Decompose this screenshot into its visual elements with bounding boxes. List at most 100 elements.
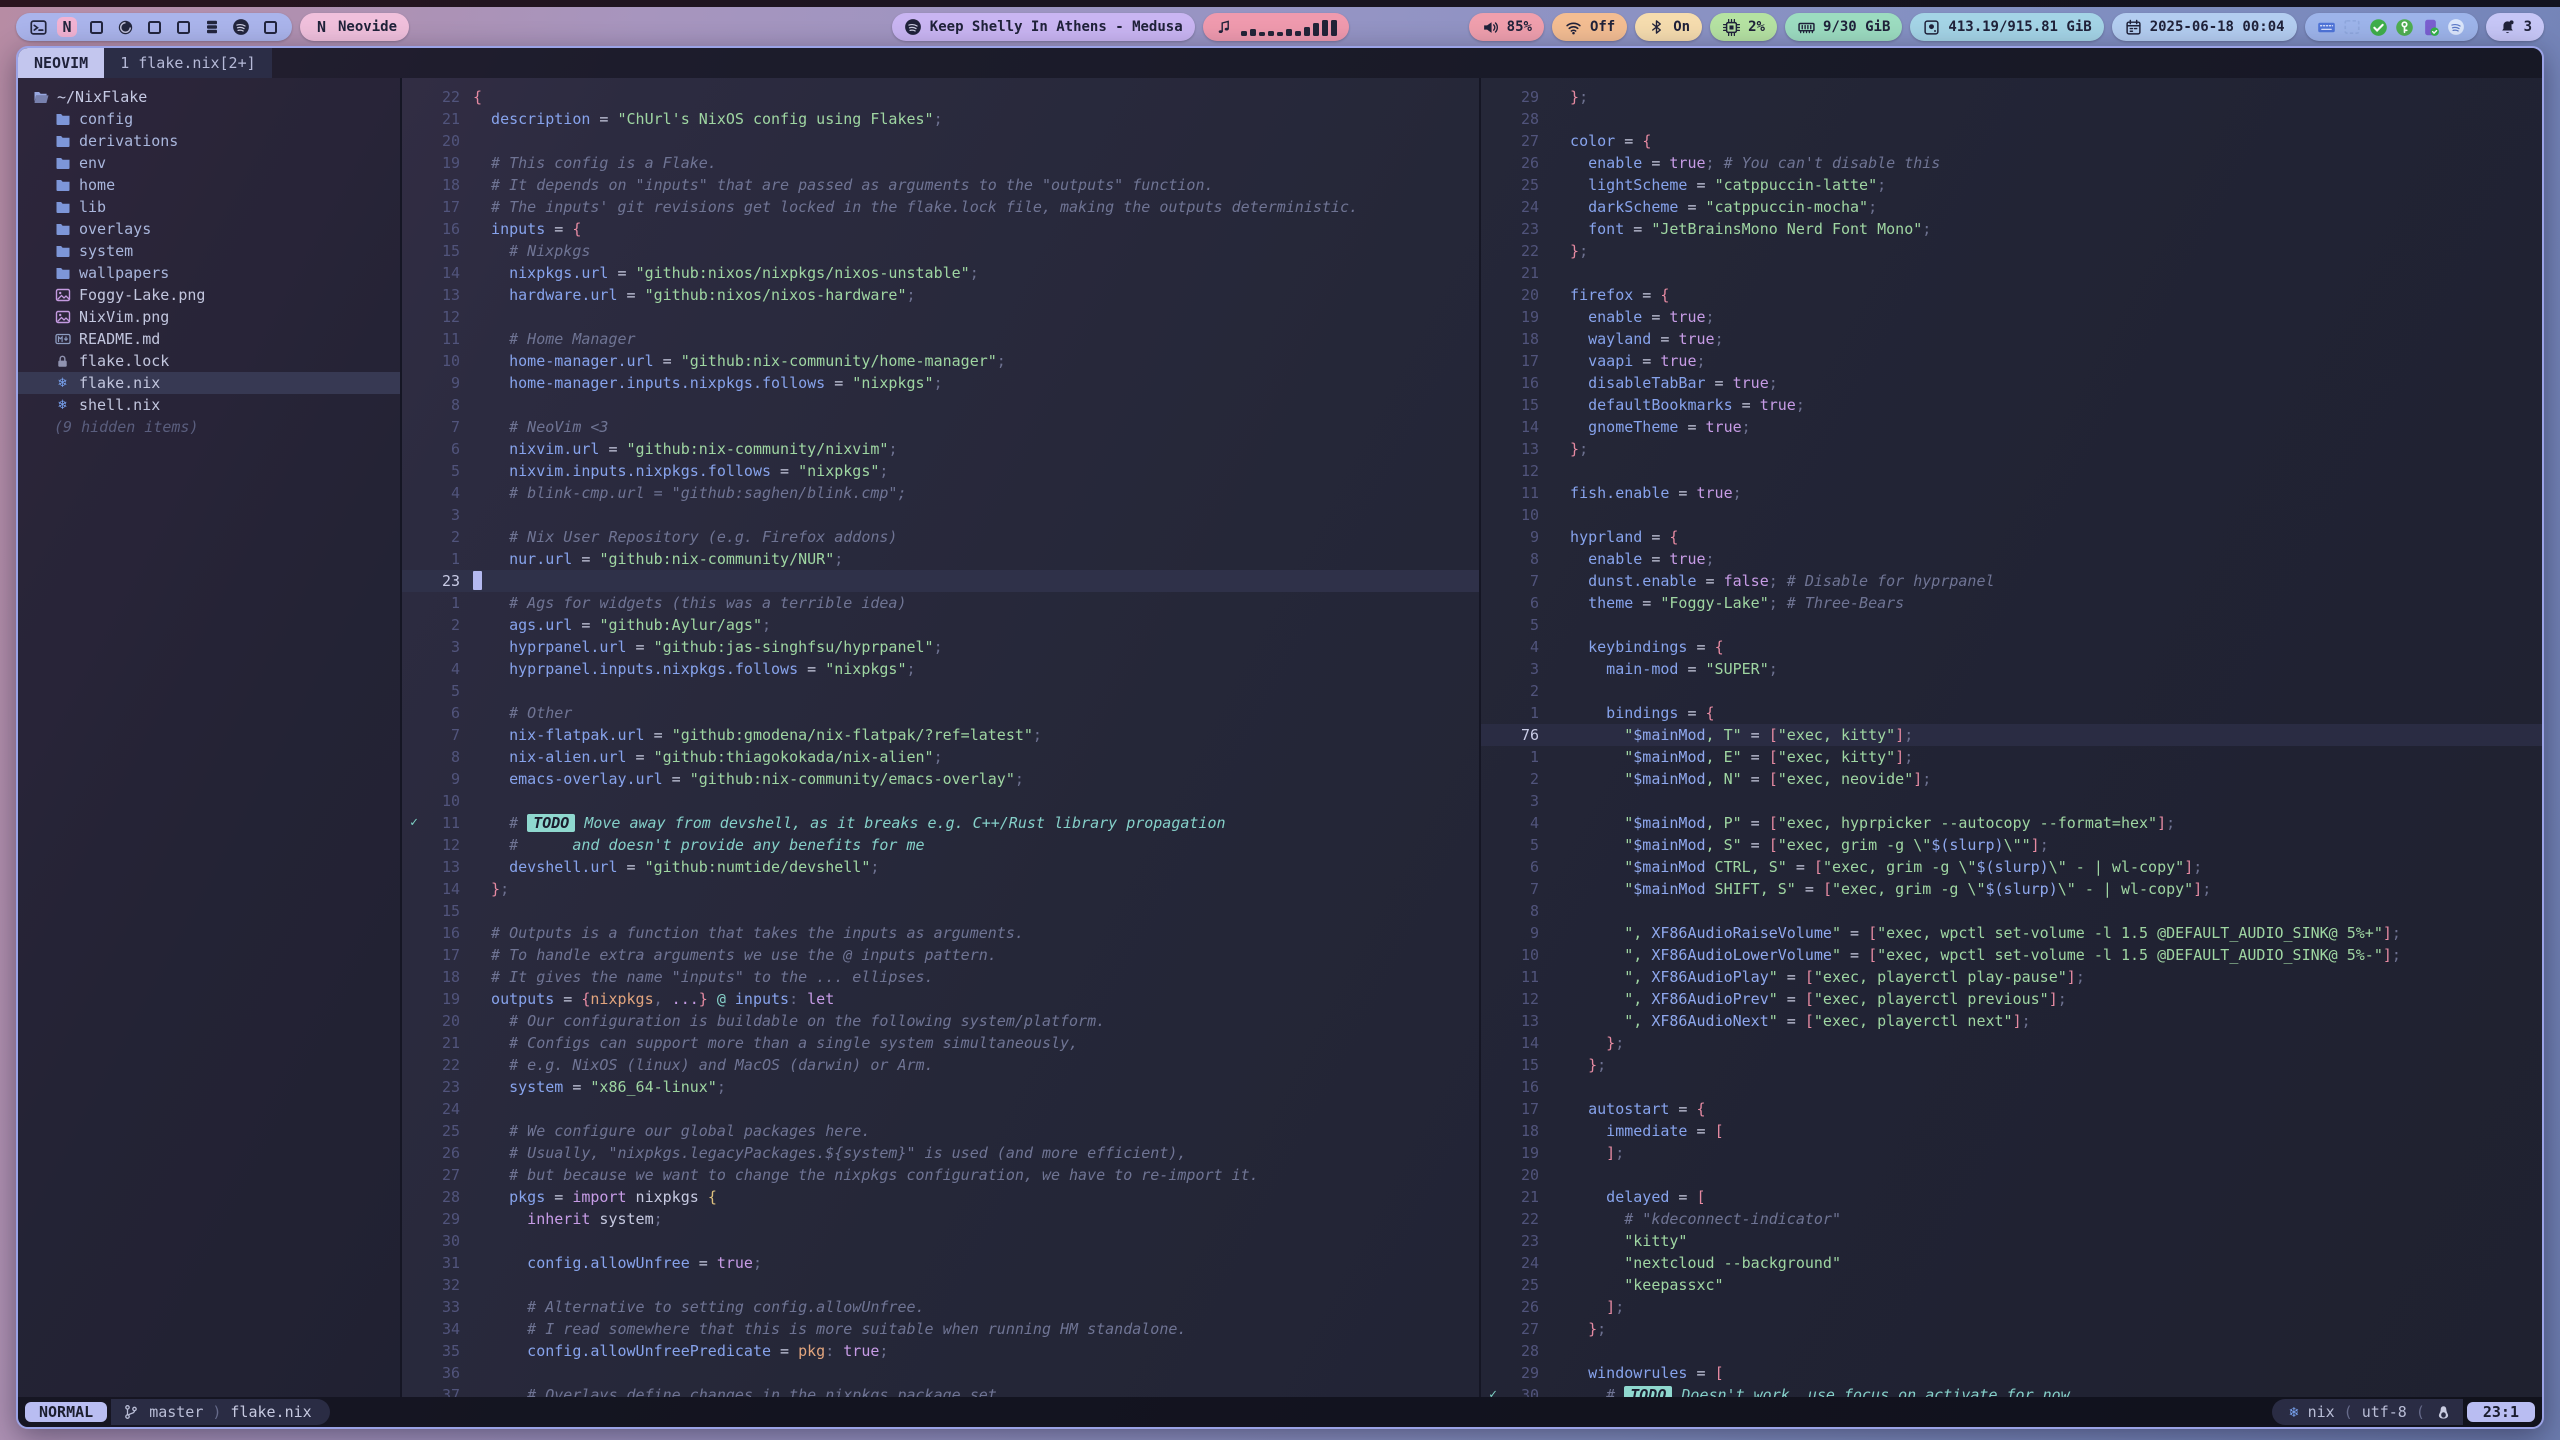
code-line[interactable]: 15 defaultBookmarks = true;: [1481, 394, 2542, 416]
code-line[interactable]: 11 # Home Manager: [402, 328, 1479, 350]
code-line[interactable]: 35 config.allowUnfreePredicate = pkg: tr…: [402, 1340, 1479, 1362]
code-line[interactable]: 1 nur.url = "github:nix-community/NUR";: [402, 548, 1479, 570]
code-line[interactable]: 11 ", XF86AudioPlay" = ["exec, playerctl…: [1481, 966, 2542, 988]
tree-item-overlays[interactable]: overlays: [18, 218, 400, 240]
volume-widget[interactable]: 85%: [1469, 13, 1544, 41]
workspace-9-square-icon[interactable]: [260, 17, 280, 37]
code-line[interactable]: 12: [1481, 460, 2542, 482]
code-line[interactable]: 12: [402, 306, 1479, 328]
code-line[interactable]: 12 ", XF86AudioPrev" = ["exec, playerctl…: [1481, 988, 2542, 1010]
code-line[interactable]: 19 outputs = {nixpkgs, ...} @ inputs: le…: [402, 988, 1479, 1010]
code-line[interactable]: 8 enable = true;: [1481, 548, 2542, 570]
code-line[interactable]: 22 # "kdeconnect-indicator": [1481, 1208, 2542, 1230]
workspace-6-square-icon[interactable]: [173, 17, 193, 37]
media-player-widget[interactable]: Keep Shelly In Athens - Medusa: [892, 13, 1195, 41]
code-line[interactable]: 17 # To handle extra arguments we use th…: [402, 944, 1479, 966]
code-line[interactable]: 31 config.allowUnfree = true;: [402, 1252, 1479, 1274]
code-line[interactable]: 4 keybindings = {: [1481, 636, 2542, 658]
tree-item-shell.nix[interactable]: ❄shell.nix: [18, 394, 400, 416]
code-line[interactable]: 12 # and doesn't provide any benefits fo…: [402, 834, 1479, 856]
code-line[interactable]: 3 main-mod = "SUPER";: [1481, 658, 2542, 680]
code-line[interactable]: 23 font = "JetBrainsMono Nerd Font Mono"…: [1481, 218, 2542, 240]
tree-item-foggy-lake.png[interactable]: Foggy-Lake.png: [18, 284, 400, 306]
tree-item-nixvim.png[interactable]: NixVim.png: [18, 306, 400, 328]
network-widget[interactable]: Off: [1552, 13, 1627, 41]
workspace-4-firefox-icon[interactable]: [115, 17, 135, 37]
code-line[interactable]: 28 pkgs = import nixpkgs {: [402, 1186, 1479, 1208]
tree-item-home[interactable]: home: [18, 174, 400, 196]
bluetooth-widget[interactable]: On: [1635, 13, 1702, 41]
code-line[interactable]: 13 ", XF86AudioNext" = ["exec, playerctl…: [1481, 1010, 2542, 1032]
code-line[interactable]: 6 theme = "Foggy-Lake"; # Three-Bears: [1481, 592, 2542, 614]
code-line[interactable]: 2: [1481, 680, 2542, 702]
code-line[interactable]: 14 gnomeTheme = true;: [1481, 416, 2542, 438]
code-line[interactable]: 19 ];: [1481, 1142, 2542, 1164]
tree-item-system[interactable]: system: [18, 240, 400, 262]
code-line[interactable]: 25 # We configure our global packages he…: [402, 1120, 1479, 1142]
code-line[interactable]: 13 };: [1481, 438, 2542, 460]
code-line[interactable]: 9 emacs-overlay.url = "github:nix-commun…: [402, 768, 1479, 790]
code-line[interactable]: 25 lightScheme = "catppuccin-latte";: [1481, 174, 2542, 196]
code-line[interactable]: 29 windowrules = [: [1481, 1362, 2542, 1384]
code-line[interactable]: 7 # NeoVim <3: [402, 416, 1479, 438]
code-line[interactable]: 25 "keepassxc": [1481, 1274, 2542, 1296]
code-line[interactable]: 18 immediate = [: [1481, 1120, 2542, 1142]
window-title-pill[interactable]: N Neovide: [300, 13, 409, 41]
code-line[interactable]: 17 # The inputs' git revisions get locke…: [402, 196, 1479, 218]
editor-right[interactable]: 29 };2827 color = {26 enable = true; # Y…: [1481, 78, 2542, 1397]
nextcloud-check-icon[interactable]: [2369, 18, 2388, 37]
code-line[interactable]: 9 home-manager.inputs.nixpkgs.follows = …: [402, 372, 1479, 394]
code-line[interactable]: 8 nix-alien.url = "github:thiagokokada/n…: [402, 746, 1479, 768]
code-line[interactable]: ✓30 # TODO Doesn't work, use focus_on_ac…: [1481, 1384, 2542, 1397]
code-line[interactable]: 15 # Nixpkgs: [402, 240, 1479, 262]
code-line[interactable]: 7 nix-flatpak.url = "github:gmodena/nix-…: [402, 724, 1479, 746]
workspace-5-square-icon[interactable]: [144, 17, 164, 37]
code-line[interactable]: 24 darkScheme = "catppuccin-mocha";: [1481, 196, 2542, 218]
code-line[interactable]: 36: [402, 1362, 1479, 1384]
code-line[interactable]: 3: [1481, 790, 2542, 812]
code-line[interactable]: 24 "nextcloud --background": [1481, 1252, 2542, 1274]
code-line[interactable]: 10: [1481, 504, 2542, 526]
code-line[interactable]: 20: [1481, 1164, 2542, 1186]
code-line[interactable]: 14 };: [1481, 1032, 2542, 1054]
code-line[interactable]: 6 "$mainMod CTRL, S" = ["exec, grim -g \…: [1481, 856, 2542, 878]
code-line[interactable]: 7 "$mainMod SHIFT, S" = ["exec, grim -g …: [1481, 878, 2542, 900]
code-line[interactable]: 17 autostart = {: [1481, 1098, 2542, 1120]
code-line[interactable]: 16 # Outputs is a function that takes th…: [402, 922, 1479, 944]
code-line[interactable]: 16 inputs = {: [402, 218, 1479, 240]
memory-widget[interactable]: 9/30 GiB: [1785, 13, 1902, 41]
code-line[interactable]: 17 vaapi = true;: [1481, 350, 2542, 372]
code-line[interactable]: 2 # Nix User Repository (e.g. Firefox ad…: [402, 526, 1479, 548]
code-line[interactable]: 14 };: [402, 878, 1479, 900]
code-line[interactable]: 1 bindings = {: [1481, 702, 2542, 724]
code-line[interactable]: 4 hyprpanel.inputs.nixpkgs.follows = "ni…: [402, 658, 1479, 680]
clock-widget[interactable]: 2025-06-18 00:04: [2112, 13, 2297, 41]
code-line[interactable]: 27 color = {: [1481, 130, 2542, 152]
code-line[interactable]: 32: [402, 1274, 1479, 1296]
notifications-widget[interactable]: 3: [2486, 13, 2544, 41]
code-line[interactable]: 18 wayland = true;: [1481, 328, 2542, 350]
code-line[interactable]: 4 "$mainMod, P" = ["exec, hyprpicker --a…: [1481, 812, 2542, 834]
code-line[interactable]: 2 ags.url = "github:Aylur/ags";: [402, 614, 1479, 636]
code-line[interactable]: 30: [402, 1230, 1479, 1252]
code-line[interactable]: 21 description = "ChUrl's NixOS config u…: [402, 108, 1479, 130]
workspace-8-spotify-icon[interactable]: [231, 17, 251, 37]
code-line[interactable]: 10: [402, 790, 1479, 812]
code-line[interactable]: 23: [402, 570, 1479, 592]
code-line[interactable]: 15: [402, 900, 1479, 922]
code-line[interactable]: 21: [1481, 262, 2542, 284]
code-line[interactable]: 28: [1481, 108, 2542, 130]
workspace-2-neovim-icon[interactable]: N: [57, 17, 77, 37]
spotify-tray-icon[interactable]: [2447, 18, 2466, 37]
code-line[interactable]: 23 "kitty": [1481, 1230, 2542, 1252]
code-line[interactable]: 9 ", XF86AudioRaiseVolume" = ["exec, wpc…: [1481, 922, 2542, 944]
tree-item-flake.lock[interactable]: flake.lock: [18, 350, 400, 372]
audio-visualizer-widget[interactable]: [1203, 13, 1349, 41]
tree-item-flake.nix[interactable]: ❄flake.nix: [18, 372, 400, 394]
code-line[interactable]: ✓11 # TODO Move away from devshell, as i…: [402, 812, 1479, 834]
tree-item-env[interactable]: env: [18, 152, 400, 174]
code-line[interactable]: 11 fish.enable = true;: [1481, 482, 2542, 504]
code-line[interactable]: 28: [1481, 1340, 2542, 1362]
keepassxc-icon[interactable]: [2395, 18, 2414, 37]
kdeconnect-icon[interactable]: [2421, 18, 2440, 37]
